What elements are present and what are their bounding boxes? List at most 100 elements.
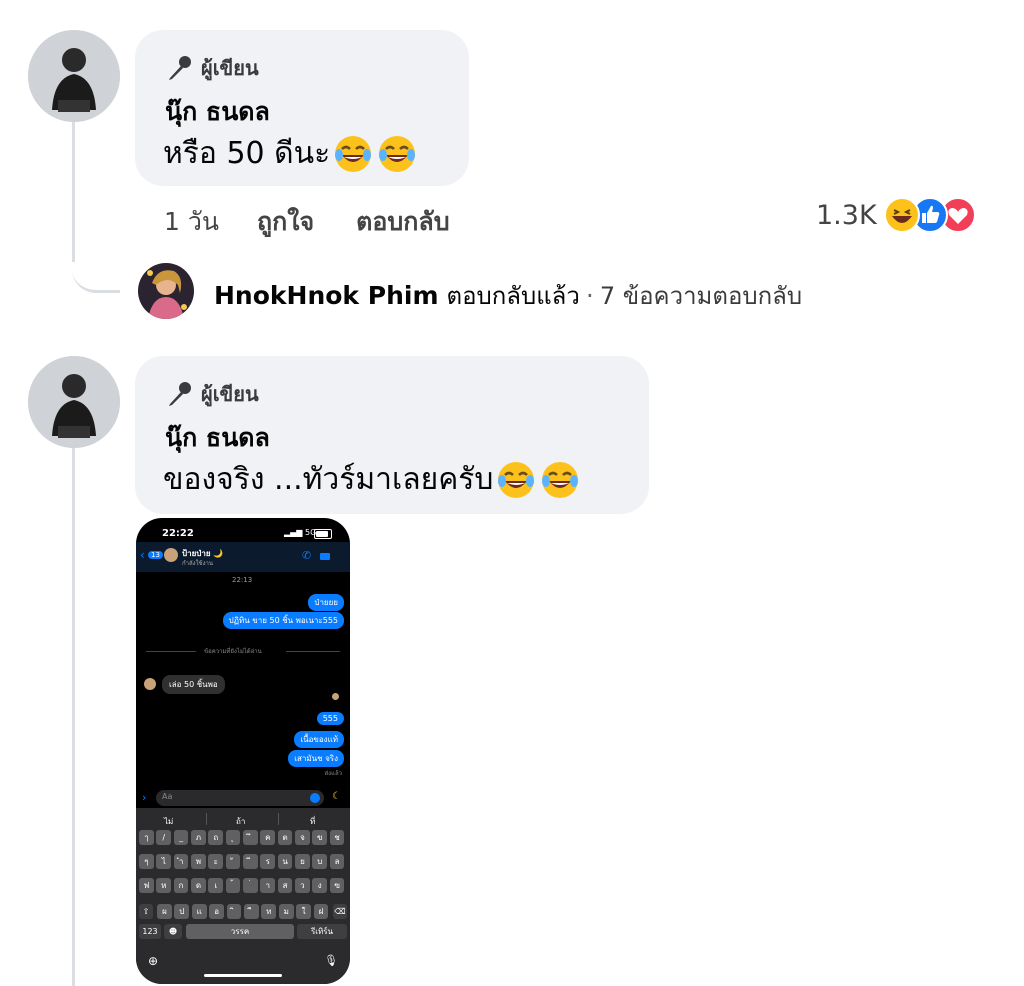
message-input[interactable]: Aa [156, 790, 324, 806]
comment-time[interactable]: 1 วัน [164, 202, 219, 242]
comment-author[interactable]: นุ๊ก ธนดล [165, 418, 270, 458]
suggestion[interactable]: ไม่ [164, 815, 173, 828]
contact-avatar[interactable] [164, 548, 178, 562]
reply-button[interactable]: ตอบกลับ [356, 202, 449, 242]
comment-actions: 1 วัน ถูกใจ ตอบกลับ [164, 202, 450, 242]
keyboard-key[interactable]: ภ [191, 830, 206, 845]
comment-text-content: หรือ 50 ดีนะ [163, 136, 331, 171]
keyboard-key[interactable]: ช [329, 830, 345, 845]
keyboard-key[interactable]: ึ [243, 830, 258, 845]
shift-key[interactable]: ⇧ [139, 904, 153, 919]
haha-reaction-icon [883, 197, 920, 233]
attached-screenshot[interactable]: 22:22 ▂▄▆ 5G ‹ 13 ป้ายป่าย 🌙 กำลังใช้งาน… [136, 518, 350, 984]
suggestion[interactable]: ถ้า [236, 815, 245, 828]
keyboard-key[interactable]: ง [312, 878, 328, 893]
keyboard-key[interactable]: บ [312, 854, 328, 869]
moon-icon[interactable]: ☾ [332, 791, 341, 802]
badge-label: ผู้เขียน [201, 56, 259, 80]
keyboard-key[interactable]: ผ [157, 904, 172, 919]
keyboard-key[interactable]: เ [208, 878, 224, 893]
keyboard-key[interactable]: แ [191, 904, 207, 919]
battery-icon [314, 529, 332, 539]
return-key[interactable]: รีเทิร์น [297, 924, 347, 939]
keyboard-key[interactable]: ข [312, 830, 328, 845]
suggestion[interactable]: ที่ [310, 815, 315, 828]
space-key[interactable]: วรรค [186, 924, 294, 939]
avatar[interactable] [28, 30, 120, 122]
keyboard-key[interactable]: ิ [226, 904, 242, 919]
thread-line-2 [72, 448, 75, 986]
keyboard-key[interactable]: ้ [225, 878, 241, 893]
keyboard-key[interactable]: า [260, 878, 276, 893]
keyboard-key[interactable]: ี [243, 854, 258, 869]
keyboard-key[interactable]: ส [277, 878, 293, 893]
keyboard-key[interactable]: ว [295, 878, 310, 893]
delete-key[interactable]: ⌫ [333, 904, 347, 919]
keyboard-key[interactable]: ั [225, 854, 241, 869]
call-icon[interactable]: ✆ [302, 549, 311, 562]
keyboard-key[interactable]: ด [191, 878, 206, 893]
keyboard-key[interactable]: ค [260, 830, 276, 845]
keyboard-key[interactable]: ฃ [329, 878, 345, 893]
video-call-icon[interactable] [320, 553, 330, 560]
expand-chevron-icon[interactable]: › [142, 791, 146, 804]
like-button[interactable]: ถูกใจ [257, 202, 314, 242]
sent-message: ป่ายยย [308, 594, 344, 611]
unread-divider: ข้อความที่ยังไม่ได้อ่าน [204, 648, 262, 655]
message-timestamp: 22:13 [232, 576, 253, 584]
reply-separator: · [585, 281, 594, 310]
keyboard-key[interactable]: ห [156, 878, 172, 893]
input-placeholder: Aa [162, 792, 173, 801]
divider-line [146, 651, 196, 652]
keyboard-key[interactable]: ใ [296, 904, 312, 919]
keyboard-key[interactable]: ำ [173, 854, 189, 869]
emoji-key[interactable]: ☻ [164, 924, 182, 939]
keyboard-key[interactable]: ไ [156, 854, 172, 869]
keyboard-key[interactable]: ป [174, 904, 190, 919]
reaction-summary[interactable]: 1.3K [816, 196, 977, 234]
keyboard-key[interactable]: ล [329, 854, 345, 869]
reply-author: HnokHnok Phim [214, 281, 439, 310]
sent-message: เนื้อของแท้ [294, 731, 344, 748]
keyboard-key[interactable]: น [277, 854, 293, 869]
reply-summary[interactable]: HnokHnok Phim ตอบกลับแล้ว · 7 ข้อความตอบ… [214, 276, 802, 315]
emoji-icon[interactable] [310, 793, 320, 803]
avatar[interactable] [28, 356, 120, 448]
keyboard-key[interactable]: ท [261, 904, 277, 919]
keyboard-key[interactable]: ฝ [313, 904, 329, 919]
keyboard-key[interactable]: ๆ [139, 854, 154, 869]
keyboard-key[interactable]: พ [191, 854, 206, 869]
keyboard-key[interactable]: _ [173, 830, 189, 845]
keyboard-key[interactable]: ก [173, 878, 189, 893]
keyboard-key[interactable]: ฟ [139, 878, 154, 893]
face-with-tears-of-joy-icon [335, 135, 372, 172]
keyboard-key[interactable]: ต [277, 830, 293, 845]
microphone-icon [169, 56, 191, 80]
keyboard-key[interactable]: ะ [208, 854, 224, 869]
keyboard-key[interactable]: / [156, 830, 172, 845]
keyboard-key[interactable]: ย [295, 854, 310, 869]
keyboard-key[interactable]: ๅ [139, 830, 154, 845]
reply-action: ตอบกลับแล้ว [446, 282, 580, 310]
dictation-microphone-icon[interactable]: 🎙 [324, 954, 338, 967]
keyboard-key[interactable]: ุ [225, 830, 241, 845]
sent-message: เสามันช จริง [288, 750, 344, 767]
keyboard-key[interactable]: อ [209, 904, 225, 919]
keyboard-key[interactable]: จ [295, 830, 310, 845]
keyboard-key[interactable]: ร [260, 854, 276, 869]
thread-connector [72, 240, 120, 293]
comment-author[interactable]: นุ๊ก ธนดล [165, 92, 270, 132]
back-chevron-icon[interactable]: ‹ [140, 548, 145, 562]
author-badge: ผู้เขียน [165, 378, 259, 410]
keyboard-key[interactable]: ื [244, 904, 259, 919]
sender-avatar [144, 678, 156, 690]
numbers-key[interactable]: 123 [139, 924, 161, 939]
keyboard-key[interactable]: ถ [208, 830, 224, 845]
phone-time: 22:22 [162, 528, 194, 539]
keyboard-key[interactable]: ม [278, 904, 294, 919]
reply-avatar[interactable] [138, 263, 194, 319]
seen-avatar [332, 693, 339, 700]
globe-icon[interactable]: ⊕ [148, 954, 158, 968]
keyboard-key[interactable]: ่ [243, 878, 258, 893]
face-with-tears-of-joy-icon [379, 135, 416, 172]
